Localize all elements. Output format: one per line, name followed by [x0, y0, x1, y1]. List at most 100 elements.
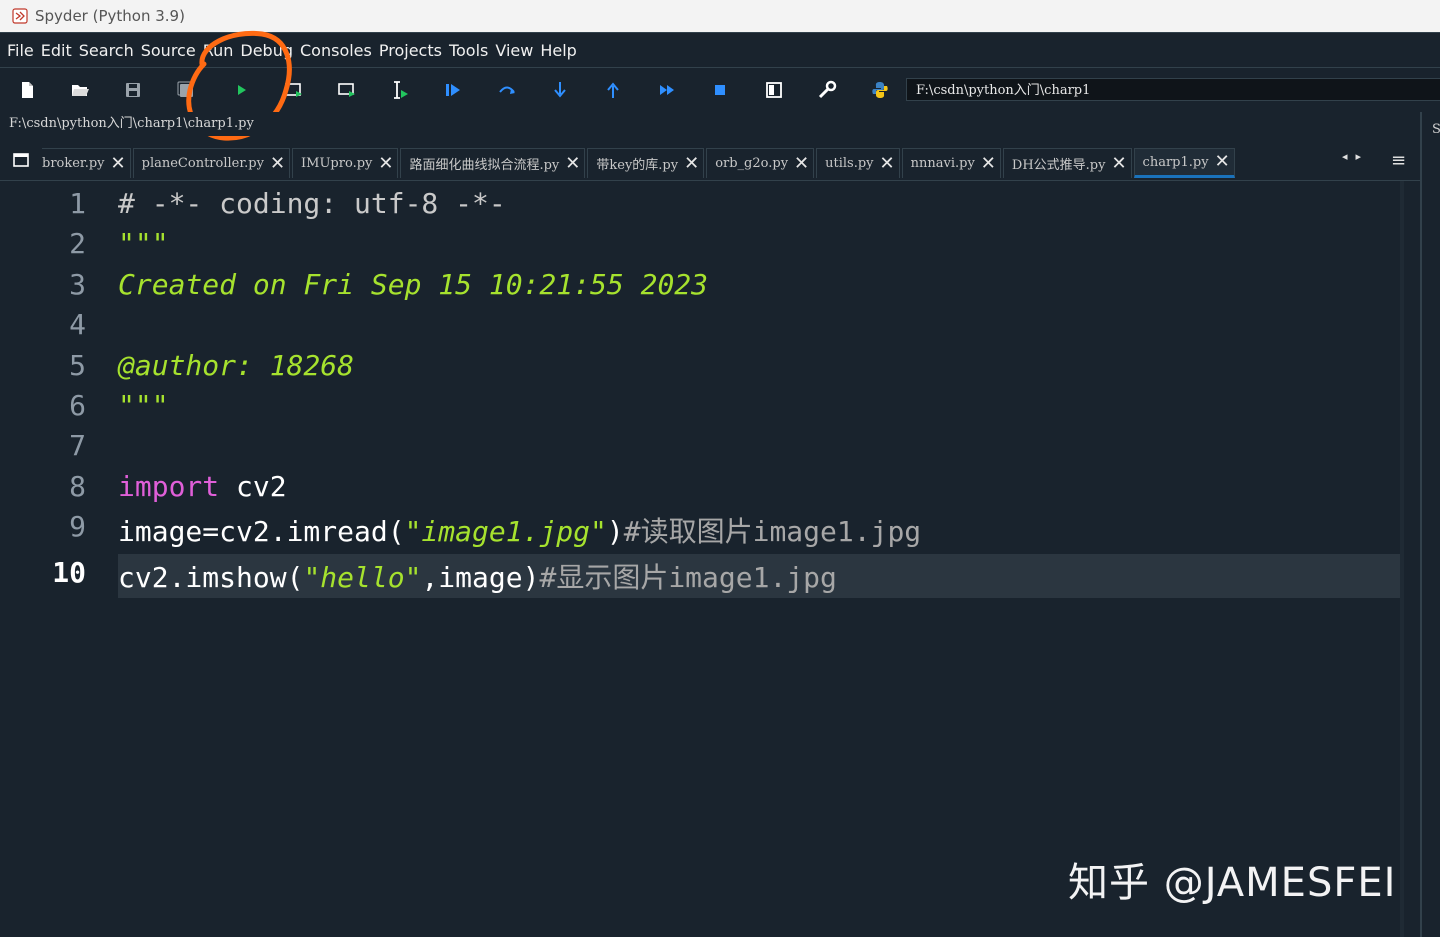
- arrow-left-icon[interactable]: ◂: [1342, 150, 1356, 163]
- tab-planecontroller[interactable]: planeController.py ✕: [132, 148, 291, 178]
- python-path-icon[interactable]: [868, 78, 892, 102]
- keyword-import: import: [118, 470, 220, 503]
- step-into-icon[interactable]: [548, 78, 572, 102]
- step-return-icon[interactable]: [601, 78, 625, 102]
- menu-search[interactable]: Search: [76, 41, 137, 60]
- code-line-3: Created on Fri Sep 15 10:21:55 2023: [118, 268, 709, 301]
- continue-icon[interactable]: [655, 78, 679, 102]
- menu-bar: File Edit Search Source Run Debug Consol…: [0, 32, 1440, 67]
- tab-label: broker.py: [42, 156, 105, 171]
- string-literal: "image1.jpg": [404, 515, 607, 548]
- line-number: 5: [69, 349, 86, 382]
- run-cell-advance-icon[interactable]: [335, 78, 359, 102]
- close-icon[interactable]: ✕: [270, 154, 285, 173]
- line-number: 8: [69, 470, 86, 503]
- code-token: image=cv2.imread(: [118, 515, 405, 548]
- close-icon[interactable]: ✕: [684, 154, 699, 173]
- arrow-right-icon[interactable]: ▸: [1356, 150, 1370, 163]
- tab-label: charp1.py: [1142, 154, 1209, 170]
- line-number: 1: [69, 187, 86, 220]
- spyder-icon: [12, 8, 28, 24]
- step-over-icon[interactable]: [495, 78, 519, 102]
- menu-source[interactable]: Source: [138, 41, 199, 60]
- tab-orb-g2o[interactable]: orb_g2o.py ✕: [706, 148, 815, 178]
- right-pane-label: S: [1432, 122, 1440, 137]
- close-icon[interactable]: ✕: [111, 154, 126, 173]
- code-area[interactable]: # -*- coding: utf-8 -*- """ Created on F…: [114, 181, 1420, 937]
- menu-help[interactable]: Help: [537, 41, 579, 60]
- inline-comment: #显示图片image1.jpg: [539, 561, 837, 594]
- close-icon[interactable]: ✕: [794, 154, 809, 173]
- code-token: ): [606, 515, 624, 548]
- close-icon[interactable]: ✕: [1215, 153, 1230, 171]
- run-icon[interactable]: [229, 78, 253, 102]
- code-token: cv2: [219, 470, 287, 503]
- run-cell-icon[interactable]: [282, 78, 306, 102]
- tab-road-curve-fit[interactable]: 路面细化曲线拟合流程.py ✕: [400, 148, 586, 178]
- menu-view[interactable]: View: [492, 41, 536, 60]
- close-icon[interactable]: ✕: [565, 154, 580, 173]
- editor-file-path: F:\csdn\python入门\charp1\charp1.py: [0, 112, 1420, 136]
- hamburger-menu-icon[interactable]: ≡: [1391, 150, 1406, 171]
- line-number: 6: [69, 389, 86, 422]
- tab-scroll-arrows[interactable]: ◂▸: [1342, 150, 1369, 163]
- save-all-icon[interactable]: [174, 78, 198, 102]
- tab-label: 带key的库.py: [596, 158, 679, 173]
- tab-label: 路面细化曲线拟合流程.py: [409, 158, 560, 173]
- browse-tabs-icon[interactable]: [10, 149, 32, 171]
- window-title: Spyder (Python 3.9): [35, 7, 185, 25]
- tab-broker[interactable]: broker.py ✕: [42, 148, 131, 178]
- close-icon[interactable]: ✕: [880, 154, 895, 173]
- line-number-gutter: 1 2 3 4 5 6 7 8 9 10: [0, 181, 112, 937]
- line-number: 2: [69, 227, 86, 260]
- tab-nnnavi[interactable]: nnnavi.py ✕: [901, 148, 1001, 178]
- close-icon[interactable]: ✕: [378, 154, 393, 173]
- open-file-icon[interactable]: [68, 78, 92, 102]
- debug-icon[interactable]: [441, 78, 465, 102]
- code-line-10: cv2.imshow("hello",image)#显示图片image1.jpg: [118, 556, 837, 596]
- menu-run[interactable]: Run: [200, 41, 237, 60]
- tab-label: orb_g2o.py: [715, 156, 789, 171]
- line-number: 7: [69, 429, 86, 462]
- maximize-pane-icon[interactable]: [762, 78, 786, 102]
- save-icon[interactable]: [121, 78, 145, 102]
- tab-label: DH公式推导.py: [1011, 158, 1106, 173]
- line-number: 4: [69, 308, 86, 341]
- line-number: 3: [69, 268, 86, 301]
- string-literal: "hello": [303, 561, 422, 594]
- code-editor[interactable]: 1 2 3 4 5 6 7 8 9 10 # -*- coding: utf-8…: [0, 180, 1420, 937]
- preferences-icon[interactable]: [815, 78, 839, 102]
- tab-key-library[interactable]: 带key的库.py ✕: [587, 148, 705, 178]
- code-token: ,image): [421, 561, 540, 594]
- code-line-9: image=cv2.imread("image1.jpg")#读取图片image…: [118, 510, 921, 550]
- close-icon[interactable]: ✕: [981, 154, 996, 173]
- line-number: 9: [69, 510, 86, 543]
- tab-label: utils.py: [825, 156, 874, 171]
- title-bar: Spyder (Python 3.9): [0, 0, 1440, 32]
- menu-consoles[interactable]: Consoles: [297, 41, 375, 60]
- spyder-window: Spyder (Python 3.9) File Edit Search Sou…: [0, 0, 1440, 937]
- tab-imupro[interactable]: IMUpro.py ✕: [292, 148, 399, 178]
- tab-dh-formula[interactable]: DH公式推导.py ✕: [1002, 148, 1132, 178]
- editor-tab-bar: broker.py ✕ planeController.py ✕ IMUpro.py…: [0, 144, 1420, 178]
- inline-comment: #读取图片image1.jpg: [623, 515, 922, 548]
- menu-tools[interactable]: Tools: [446, 41, 491, 60]
- menu-edit[interactable]: Edit: [38, 41, 75, 60]
- menu-debug[interactable]: Debug: [237, 41, 296, 60]
- editor-scrollbar[interactable]: [1400, 181, 1404, 937]
- run-selection-icon[interactable]: [388, 78, 412, 102]
- tab-utils[interactable]: utils.py ✕: [816, 148, 900, 178]
- menu-projects[interactable]: Projects: [376, 41, 445, 60]
- new-file-icon[interactable]: [15, 78, 39, 102]
- tab-label: nnnavi.py: [910, 156, 975, 171]
- watermark: 知乎 @JAMESFEI: [1068, 860, 1397, 906]
- close-icon[interactable]: ✕: [1111, 154, 1126, 173]
- right-pane: S: [1420, 112, 1440, 937]
- main-toolbar: F:\csdn\python入门\charp1: [0, 67, 1440, 112]
- menu-file[interactable]: File: [4, 41, 37, 60]
- working-directory-input[interactable]: F:\csdn\python入门\charp1: [906, 78, 1440, 101]
- stop-icon[interactable]: [708, 78, 732, 102]
- code-line-8: import cv2: [118, 470, 287, 503]
- tab-charp1[interactable]: charp1.py ✕: [1133, 148, 1235, 178]
- code-line-5: @author: 18268: [118, 349, 355, 382]
